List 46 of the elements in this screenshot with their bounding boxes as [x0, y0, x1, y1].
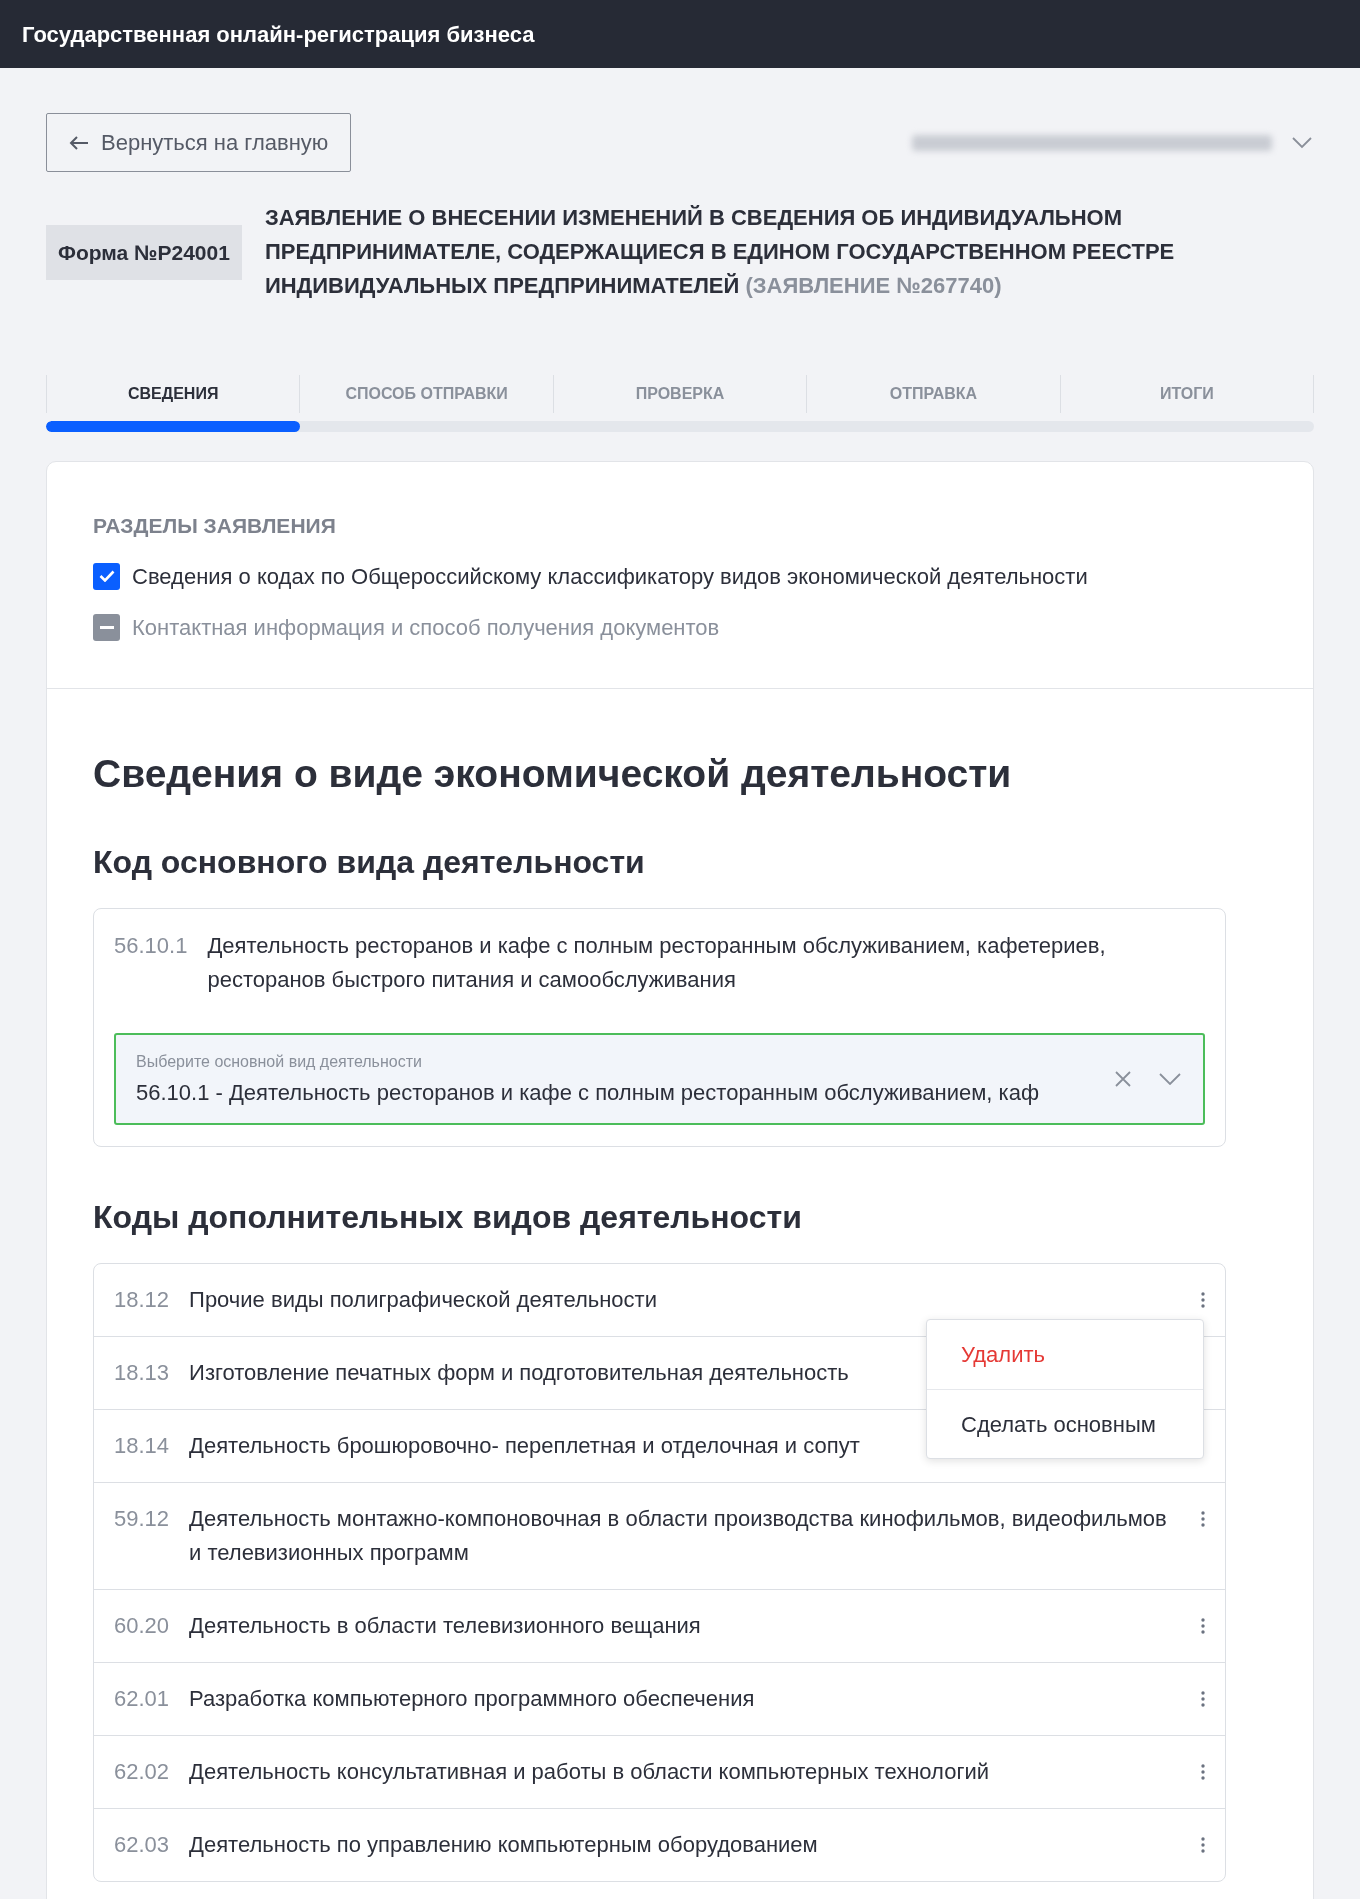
activity-description: Прочие виды полиграфической деятельности — [189, 1286, 657, 1314]
activity-row[interactable]: 60.20 Деятельность в области телевизионного вещания — [94, 1589, 1225, 1662]
site-title: Государственная онлайн-регистрация бизнеса — [22, 20, 535, 49]
menu-item[interactable]: Сделать основным — [927, 1389, 1203, 1458]
section-label: Сведения о кодах по Общероссийскому классификатору видов экономической деятельности — [132, 562, 1088, 591]
chevron-down-icon — [1292, 136, 1312, 149]
clear-icon[interactable] — [1115, 1071, 1131, 1087]
activity-code: 62.02 — [114, 1758, 170, 1786]
activity-description: Деятельность по управлению компьютерным оборудованием — [189, 1831, 818, 1859]
section-checkbox[interactable] — [93, 562, 120, 590]
arrow-left-icon — [69, 135, 89, 150]
form-badge: Форма №Р24001 — [46, 225, 242, 280]
checkmark-icon — [98, 570, 115, 582]
section-checkbox[interactable] — [93, 613, 120, 641]
activity-description: Изготовление печатных форм и подготовительная деятельность — [189, 1359, 849, 1387]
activity-code: 18.14 — [114, 1432, 170, 1460]
activity-description: Разработка компьютерного программного обеспечения — [189, 1685, 755, 1713]
sections-title: РАЗДЕЛЫ ЗАЯВЛЕНИЯ — [93, 513, 337, 539]
form-title: ЗАЯВЛЕНИЕ О ВНЕСЕНИИ ИЗМЕНЕНИЙ В СВЕДЕНИЯ ОБ ИНДИВИДУАЛЬНОМ ПРЕДПРИНИМАТЕЛЕ, СОДЕРЖАЩИЕСЯ В ЕДИНОМ ГОСУДАРСТВЕННОМ РЕЕСТРЕ ИНДИВИДУАЛЬНЫХ ПРЕДПРИНИМАТЕЛЕЙ (ЗАЯВЛЕНИЕ №267740) — [264, 204, 1176, 300]
activity-code: 62.01 — [114, 1685, 170, 1713]
activity-row[interactable]: 62.03 Деятельность по управлению компьютерным оборудованием — [94, 1808, 1225, 1881]
activity-row[interactable]: 62.01 Разработка компьютерного программного обеспечения — [94, 1662, 1225, 1735]
activity-code: 60.20 — [114, 1612, 170, 1640]
select-label: Выберите основной вид деятельности — [136, 1051, 423, 1072]
main-activity-heading: Код основного вида деятельности — [93, 843, 646, 882]
activity-description: Деятельность в области телевизионного вещания — [189, 1612, 701, 1640]
activity-code: 59.12 — [114, 1505, 170, 1533]
activity-code: 62.03 — [114, 1831, 170, 1859]
activity-description: Деятельность брошюровочно- переплетная и отделочная и сопут — [189, 1432, 860, 1460]
activity-description: Деятельность ресторанов и кафе с полным ресторанным обслуживанием, кафетериев, ресторанов быстрого питания и самообслуживания — [207, 932, 1107, 994]
minus-icon — [99, 625, 114, 629]
back-button[interactable]: Вернуться на главную — [46, 113, 352, 172]
chevron-down-icon[interactable] — [1159, 1073, 1181, 1085]
step-tab[interactable]: СВЕДЕНИЯ — [46, 375, 300, 413]
activity-code: 18.12 — [114, 1286, 170, 1314]
activity-select[interactable]: Выберите основной вид деятельности 56.10.1 - Деятельность ресторанов и кафе с полным ресторанным обслуживанием, каф — [114, 1033, 1205, 1125]
section-label: Контактная информация и способ получения документов — [132, 613, 720, 642]
activity-code: 56.10.1 — [114, 932, 188, 960]
activity-description: Деятельность консультативная и работы в области компьютерных технологий — [189, 1758, 989, 1786]
additional-activities-heading: Коды дополнительных видов деятельности — [93, 1198, 803, 1237]
select-value: 56.10.1 - Деятельность ресторанов и кафе с полным ресторанным обслуживанием, каф — [136, 1078, 1041, 1107]
section-heading: Сведения о виде экономической деятельности — [93, 750, 1013, 797]
activity-row[interactable]: 62.02 Деятельность консультативная и работы в области компьютерных технологий — [94, 1735, 1225, 1808]
activity-description: Деятельность монтажно-компоновочная в области производства кинофильмов, видеофильмов и телевизионных программ — [189, 1505, 1168, 1567]
activity-row[interactable]: 59.12 Деятельность монтажно-компоновочная в области производства кинофильмов, видеофильмов и телевизионных программ — [94, 1482, 1225, 1589]
activity-code: 18.13 — [114, 1359, 170, 1387]
